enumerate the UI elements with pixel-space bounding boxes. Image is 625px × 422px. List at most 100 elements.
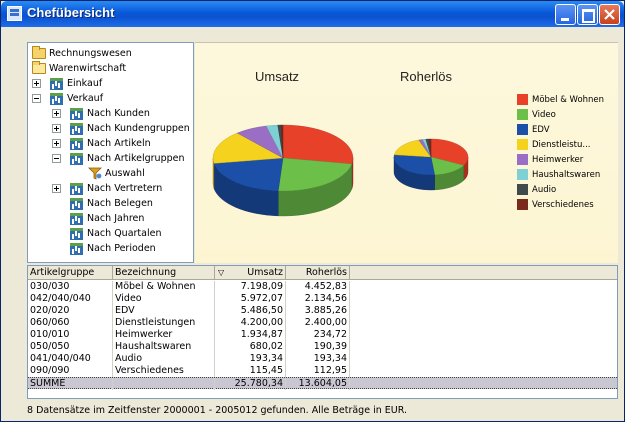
legend-label: Verschiedenes xyxy=(532,200,594,210)
table-cell: Video xyxy=(113,293,215,305)
column-header[interactable]: Roherlös xyxy=(286,266,350,280)
table-cell xyxy=(113,378,215,390)
data-grid[interactable]: Artikelgruppe Bezeichnung ▽ Umsatz Roherlös 0… xyxy=(27,265,618,399)
grid-header: Artikelgruppe Bezeichnung ▽ Umsatz Roherlös xyxy=(28,266,617,280)
main-window: Chefübersicht Rechnungswesen Warenwirtsch… xyxy=(0,0,625,422)
table-cell: 13.604,05 xyxy=(286,378,350,390)
table-cell: SUMME xyxy=(28,378,113,390)
tree-item-label: Einkauf xyxy=(67,78,103,89)
tree-item-label: Nach Kundengruppen xyxy=(87,123,190,134)
tree-item-label: Nach Quartalen xyxy=(87,228,162,239)
legend-swatch xyxy=(517,154,528,165)
table-row[interactable]: 050/050 Haushaltswaren 680,02 190,39 xyxy=(28,341,617,353)
close-button[interactable] xyxy=(599,4,620,25)
tree-item-label: Nach Artikelgruppen xyxy=(87,153,185,164)
table-cell: 041/040/040 xyxy=(28,353,113,365)
column-header[interactable]: Bezeichnung xyxy=(113,266,215,280)
column-header-label: Roherlös xyxy=(305,267,347,278)
legend-swatch xyxy=(517,139,528,150)
legend-label: EDV xyxy=(532,125,550,135)
pie-umsatz xyxy=(212,124,354,217)
table-cell: 112,95 xyxy=(286,365,350,377)
chart-icon xyxy=(70,153,83,165)
table-cell: Heimwerker xyxy=(113,329,215,341)
collapse-icon[interactable] xyxy=(52,154,61,163)
table-cell: 115,45 xyxy=(215,365,286,377)
table-row[interactable]: 090/090 Verschiedenes 115,45 112,95 xyxy=(28,365,617,377)
chart-icon xyxy=(70,198,83,210)
table-cell: 680,02 xyxy=(215,341,286,353)
table-cell: Verschiedenes xyxy=(113,365,215,377)
legend-swatch xyxy=(517,124,528,135)
chart-icon xyxy=(70,213,83,225)
chart-icon xyxy=(70,243,83,255)
table-cell: 193,34 xyxy=(286,353,350,365)
tree-item-label: Verkauf xyxy=(67,93,104,104)
table-cell: 050/050 xyxy=(28,341,113,353)
column-header-empty[interactable] xyxy=(350,266,617,280)
folder-icon xyxy=(32,46,46,59)
table-cell: EDV xyxy=(113,305,215,317)
legend-label: Haushaltswaren xyxy=(532,170,601,180)
legend-swatch xyxy=(517,199,528,210)
status-text: 8 Datensätze im Zeitfenster 2000001 - 20… xyxy=(27,405,407,416)
table-row[interactable]: 041/040/040 Audio 193,34 193,34 xyxy=(28,353,617,365)
legend-swatch xyxy=(517,184,528,195)
table-row[interactable]: 030/030 Möbel & Wohnen 7.198,09 4.452,83 xyxy=(28,281,617,293)
chart-icon xyxy=(70,108,83,120)
expand-icon[interactable] xyxy=(52,184,61,193)
title-bar[interactable]: Chefübersicht xyxy=(1,1,624,27)
table-row[interactable]: 060/060 Dienstleistungen 4.200,00 2.400,00 xyxy=(28,317,617,329)
table-cell: 2.400,00 xyxy=(286,317,350,329)
window-title: Chefübersicht xyxy=(27,5,115,20)
chart-icon xyxy=(70,123,83,135)
maximize-button[interactable] xyxy=(577,4,598,25)
app-window-icon[interactable] xyxy=(7,6,22,21)
column-header[interactable]: ▽ Umsatz xyxy=(215,266,286,280)
table-cell: 2.134,56 xyxy=(286,293,350,305)
tree-item-label: Nach Perioden xyxy=(87,243,156,254)
column-header[interactable]: Artikelgruppe xyxy=(28,266,113,280)
column-header-label: Bezeichnung xyxy=(115,267,177,278)
tree-item-label: Warenwirtschaft xyxy=(49,63,127,74)
table-cell: 030/030 xyxy=(28,281,113,293)
expand-icon[interactable] xyxy=(32,79,41,88)
minimize-button[interactable] xyxy=(555,4,576,25)
tree-item-label: Auswahl xyxy=(105,168,145,179)
summary-row[interactable]: SUMME 25.780,34 13.604,05 xyxy=(28,377,617,390)
expand-icon[interactable] xyxy=(52,124,61,133)
table-cell: 020/020 xyxy=(28,305,113,317)
table-cell: 5.972,07 xyxy=(215,293,286,305)
table-cell: 4.200,00 xyxy=(215,317,286,329)
table-row[interactable]: 010/010 Heimwerker 1.934,87 234,72 xyxy=(28,329,617,341)
table-cell: Audio xyxy=(113,353,215,365)
tree-item-label: Nach Kunden xyxy=(87,108,150,119)
legend-label: Dienstleistu... xyxy=(532,140,591,150)
table-cell: 25.780,34 xyxy=(215,378,286,390)
table-cell: Dienstleistungen xyxy=(113,317,215,329)
tree-item-label: Nach Belegen xyxy=(87,198,153,209)
expand-icon[interactable] xyxy=(52,139,61,148)
sort-indicator-icon: ▽ xyxy=(218,268,225,277)
table-cell: 3.885,26 xyxy=(286,305,350,317)
chart-icon xyxy=(50,78,63,90)
table-cell: 042/040/040 xyxy=(28,293,113,305)
tree-item-label: Nach Artikeln xyxy=(87,138,151,149)
chart-icon xyxy=(70,138,83,150)
pie-slice xyxy=(282,124,354,165)
table-cell: 190,39 xyxy=(286,341,350,353)
expand-icon[interactable] xyxy=(52,109,61,118)
table-cell: 234,72 xyxy=(286,329,350,341)
table-row[interactable]: 042/040/040 Video 5.972,07 2.134,56 xyxy=(28,293,617,305)
legend-swatch xyxy=(517,94,528,105)
close-icon xyxy=(604,9,615,20)
tree-item-label: Nach Vertretern xyxy=(87,183,163,194)
chart-icon xyxy=(50,93,63,105)
table-cell: Haushaltswaren xyxy=(113,341,215,353)
report-tree[interactable]: Rechnungswesen Warenwirtschaft Einkauf Verk… xyxy=(27,42,194,263)
tree-item-label: Rechnungswesen xyxy=(49,48,132,59)
collapse-icon[interactable] xyxy=(32,94,41,103)
folder-open-icon xyxy=(32,61,46,74)
table-row[interactable]: 020/020 EDV 5.486,50 3.885,26 xyxy=(28,305,617,317)
table-cell: 193,34 xyxy=(215,353,286,365)
